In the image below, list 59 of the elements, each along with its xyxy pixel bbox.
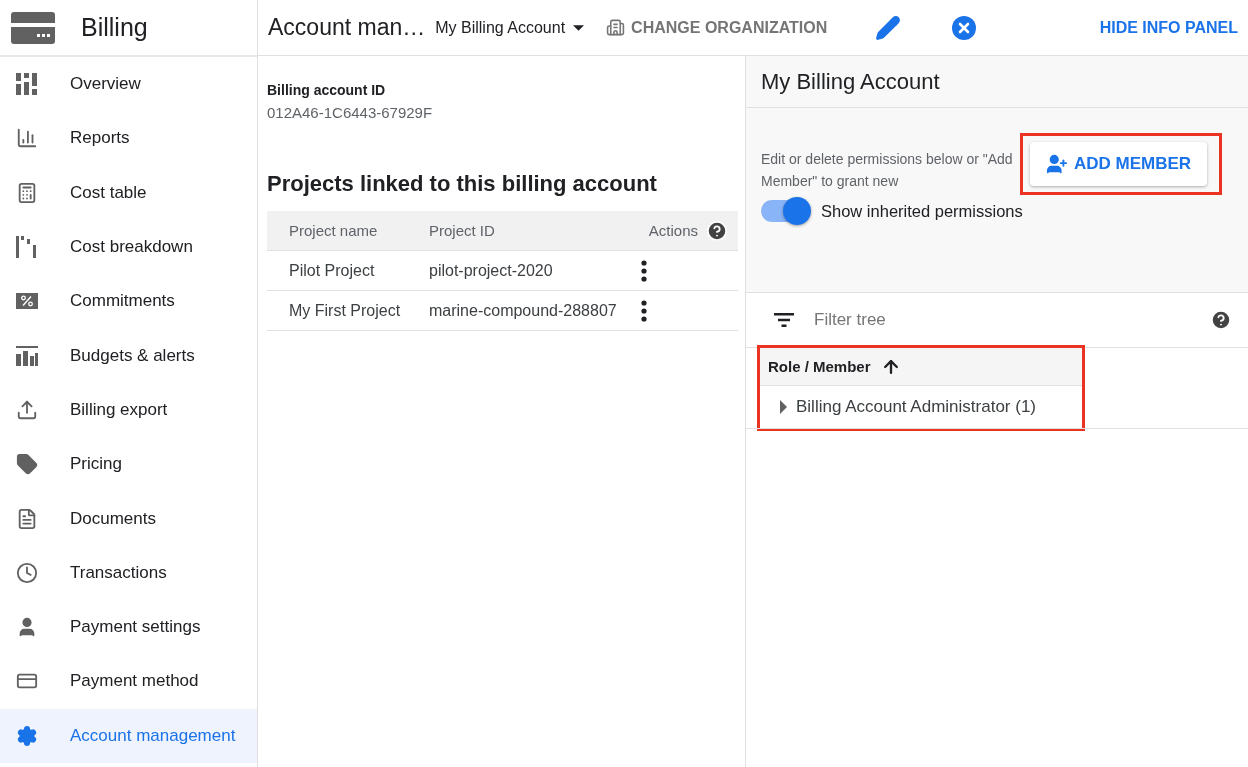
section-heading: Projects linked to this billing account [267, 171, 658, 197]
nav-item[interactable]: Budgets & alerts [0, 328, 257, 383]
document-icon [16, 507, 38, 530]
panel-title: My Billing Account [746, 56, 1248, 108]
table-cell-text: pilot-project-2020 [429, 261, 554, 280]
dropdown-caret-icon [573, 24, 585, 31]
billing-card-logo [11, 11, 55, 44]
toggle-switch[interactable] [761, 200, 809, 222]
change-organization-button[interactable]: CHANGE ORGANIZATION [606, 18, 828, 37]
hide-info-panel-button[interactable]: HIDE INFO PANEL [1099, 18, 1238, 37]
close-button[interactable] [951, 14, 978, 41]
column-header[interactable]: Role / Member [768, 358, 871, 375]
help-icon[interactable] [1210, 309, 1232, 331]
toggle-label: Show inherited permissions [821, 201, 1023, 221]
nav-item[interactable]: Overview [0, 57, 257, 112]
clock-icon [16, 561, 38, 584]
field-label: Billing account ID [267, 82, 387, 98]
table-cell-text: Pilot Project [289, 261, 376, 280]
settings-icon [16, 724, 38, 747]
tag-icon [16, 453, 38, 476]
upload-icon [16, 398, 38, 421]
nav-item[interactable]: Reports [0, 111, 257, 166]
nav-item[interactable]: Payment settings [0, 599, 257, 655]
calculator-icon [16, 181, 38, 204]
column-header: Project ID [429, 222, 496, 239]
column-header: Actions [648, 222, 698, 239]
nav-item[interactable]: Billing export [0, 382, 257, 438]
budget-chart-icon [16, 345, 38, 366]
table-cell-text: My First Project [289, 301, 402, 320]
column-header: Project name [289, 222, 379, 239]
add-member-button[interactable]: ADD MEMBER [1030, 142, 1208, 186]
page-title: Account man… [268, 14, 426, 41]
edit-button[interactable] [875, 14, 902, 41]
nav-item[interactable]: Cost table [0, 165, 257, 220]
nav-item[interactable]: Account management [0, 708, 257, 763]
dashboard-icon [16, 73, 38, 96]
add-person-icon [1046, 153, 1068, 175]
tree-row[interactable]: Billing Account Administrator (1) [760, 386, 1082, 428]
role-label: Billing Account Administrator (1) [796, 397, 1036, 417]
app-title: Billing [81, 13, 148, 42]
bar-chart-icon [16, 127, 38, 150]
percent-icon [16, 293, 38, 310]
more-vertical-icon [641, 259, 647, 282]
help-icon[interactable] [706, 219, 728, 242]
nav-item[interactable]: Commitments [0, 274, 257, 329]
account-selector[interactable]: My Billing Account [435, 18, 585, 37]
filter-icon [774, 313, 794, 327]
building-icon [606, 18, 626, 37]
more-vertical-icon [641, 299, 647, 322]
nav-item[interactable]: Transactions [0, 545, 257, 600]
nav-item[interactable]: Payment method [0, 654, 257, 709]
nav-item[interactable]: Documents [0, 491, 257, 546]
filter-field[interactable]: Filter tree [812, 309, 1192, 331]
nav-item[interactable]: Cost breakdown [0, 219, 257, 275]
nav-item[interactable]: Pricing [0, 437, 257, 492]
breakdown-chart-icon [16, 236, 38, 259]
field-value: 012A46-1C6443-67929F [267, 104, 434, 121]
hint-text: Edit or delete permissions below or "Add Member" to grant new [761, 150, 1014, 191]
table-cell-text: marine-compound-288807 [429, 301, 618, 320]
